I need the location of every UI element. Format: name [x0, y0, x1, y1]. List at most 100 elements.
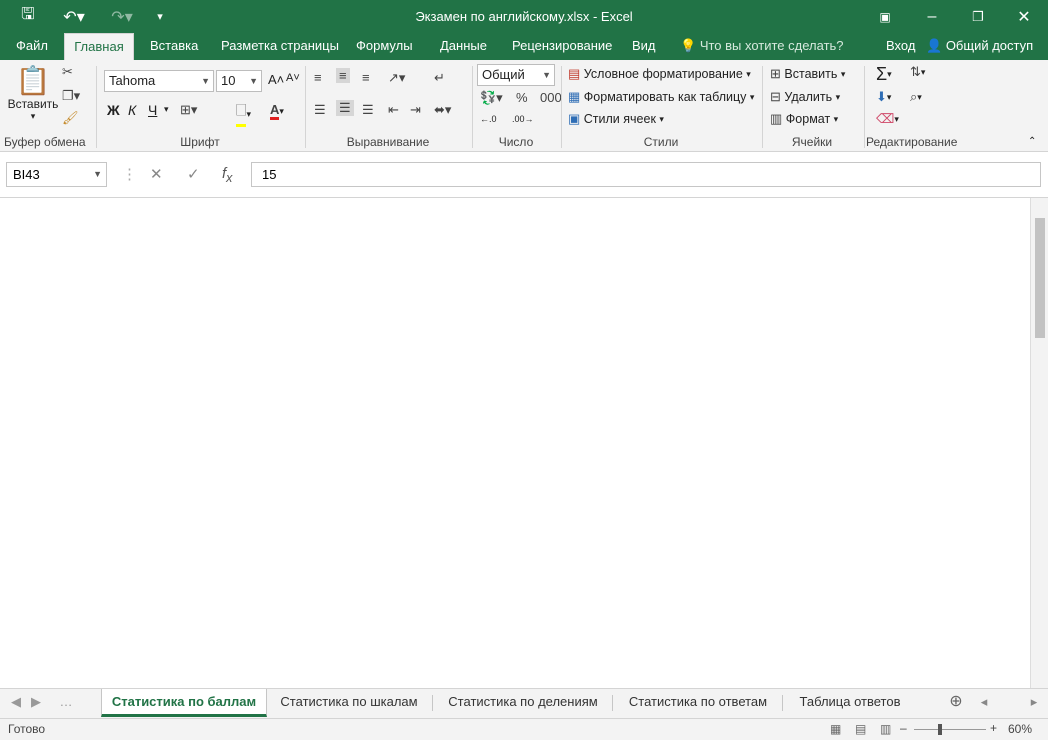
normal-view-icon[interactable]: ▦ — [830, 722, 841, 736]
cancel-icon[interactable]: ✕ — [150, 165, 163, 183]
page-layout-icon[interactable]: ▤ — [855, 722, 866, 736]
copy-button[interactable]: ❐▾ — [62, 88, 80, 104]
maximize-icon[interactable]: ❐ — [966, 0, 990, 33]
sheet-tab-answer-table[interactable]: Таблица ответов — [790, 689, 910, 717]
paste-button[interactable]: 📋 Вставить ▾ — [8, 64, 59, 122]
collapse-ribbon-button[interactable]: ⌃ — [1028, 136, 1036, 147]
more-icon: ⋮ — [122, 166, 137, 183]
conditional-format-button[interactable]: ▤ Условное форматирование ▾ — [568, 66, 751, 82]
divider — [472, 66, 473, 148]
tab-view[interactable]: Вид — [632, 33, 656, 60]
tab-home[interactable]: Главная — [64, 33, 134, 61]
scroll-thumb[interactable] — [1035, 218, 1045, 338]
zoom-level[interactable]: 60% — [1008, 722, 1032, 736]
find-select-button[interactable]: ⌕ ▾ — [910, 89, 922, 105]
group-label-number: Число — [498, 135, 534, 149]
decrease-decimal-icon: .00→ — [512, 114, 534, 124]
add-sheet-icon[interactable]: ⊕ — [944, 689, 968, 717]
save-icon[interactable]: 🖫 — [14, 0, 42, 33]
tab-page-layout[interactable]: Разметка страницы — [221, 33, 339, 60]
cell-styles-button[interactable]: ▣ Стили ячеек ▾ — [568, 111, 664, 127]
tab-file[interactable]: Файл — [16, 33, 48, 60]
insert-function-icon[interactable]: fx — [222, 165, 232, 185]
autosum-button[interactable]: Σ ▾ — [876, 64, 892, 85]
zoom-slider[interactable] — [914, 729, 986, 730]
scroll-left-icon[interactable]: ◂ — [976, 689, 992, 717]
percent-button[interactable]: % — [516, 90, 528, 105]
tab-review[interactable]: Рецензирование — [512, 33, 612, 60]
insert-cells-button[interactable]: ⊞ Вставить ▾ — [770, 66, 845, 82]
sheet-tab-scales[interactable]: Статистика по шкалам — [272, 689, 426, 717]
align-center-button[interactable]: ☰ — [336, 100, 354, 116]
align-left-button[interactable]: ☰ — [314, 102, 326, 118]
align-right-button[interactable]: ☰ — [362, 102, 374, 118]
zoom-slider-thumb[interactable] — [938, 724, 942, 735]
enter-icon[interactable]: ✓ — [187, 165, 200, 183]
align-top-button[interactable]: ≡ — [314, 70, 322, 85]
vertical-scrollbar[interactable] — [1030, 198, 1048, 688]
decrease-font-button[interactable]: A˅ — [286, 72, 300, 84]
bold-button[interactable]: Ж — [107, 102, 120, 118]
worksheet[interactable] — [0, 198, 1048, 688]
close-icon[interactable]: ✕ — [1012, 0, 1036, 33]
minimize-icon[interactable]: – — [920, 0, 944, 33]
prev-sheet-icon[interactable]: ◀ — [6, 689, 26, 717]
format-cells-button[interactable]: ▥ Формат ▾ — [770, 111, 838, 127]
increase-font-button[interactable]: A˄ — [268, 72, 284, 87]
tab-data[interactable]: Данные — [440, 33, 487, 60]
signin-link[interactable]: Вход — [886, 33, 915, 60]
borders-button[interactable]: ⊞▾ — [180, 102, 197, 118]
zoom-out-icon[interactable]: – — [900, 721, 907, 735]
undo-icon[interactable]: ↶▾ — [56, 0, 92, 33]
merge-center-button[interactable]: ⬌▾ — [434, 102, 451, 118]
sheet-tab-divisions[interactable]: Статистика по делениям — [440, 689, 606, 717]
increase-decimal-button[interactable]: ←.0 — [480, 114, 497, 124]
sheet-tab-scores[interactable]: Статистика по баллам — [101, 689, 267, 717]
share-button[interactable]: 👤 Общий доступ — [926, 33, 1033, 60]
font-color-button[interactable]: A ▾ — [270, 102, 284, 120]
comma-button[interactable]: 000 — [540, 90, 562, 105]
wrap-text-button[interactable]: ↵ — [434, 70, 445, 86]
increase-indent-button[interactable]: ⇥ — [410, 102, 421, 118]
fill-color-button[interactable]: 🗌 ▾ — [236, 102, 251, 127]
clear-button[interactable]: ⌫ ▾ — [876, 111, 899, 127]
align-bottom-button[interactable]: ≡ — [362, 70, 370, 85]
group-label-styles: Стили — [643, 135, 679, 149]
cut-button[interactable]: ✂ — [62, 64, 73, 80]
name-box[interactable]: BI43 ▼ — [6, 162, 107, 187]
tab-insert[interactable]: Вставка — [150, 33, 198, 60]
tab-formulas[interactable]: Формулы — [356, 33, 413, 60]
format-painter-button[interactable]: 🖌 — [62, 110, 79, 126]
chevron-down-icon: ▾ — [246, 109, 251, 119]
redo-icon[interactable]: ↷▾ — [104, 0, 140, 33]
chevron-down-icon: ▾ — [279, 105, 284, 116]
decrease-indent-button[interactable]: ⇤ — [388, 102, 399, 118]
more-sheets-icon[interactable]: … — [56, 689, 76, 717]
align-middle-button[interactable]: ≡ — [336, 68, 350, 83]
italic-button[interactable]: К — [128, 102, 136, 118]
next-sheet-icon[interactable]: ▶ — [26, 689, 46, 717]
font-name-select[interactable]: Tahoma ▼ — [104, 70, 214, 92]
formula-input[interactable]: 15 — [251, 162, 1041, 187]
sort-filter-button[interactable]: ⇅ ▾ — [910, 64, 925, 80]
ribbon-tabs: Файл Главная Вставка Разметка страницы Ф… — [0, 33, 1048, 61]
fill-button[interactable]: ⬇ ▾ — [876, 89, 891, 105]
scissors-icon: ✂ — [62, 64, 73, 79]
decrease-decimal-button[interactable]: .00→ — [512, 114, 534, 124]
zoom-in-icon[interactable]: + — [990, 721, 997, 735]
divider — [864, 66, 865, 148]
font-size-select[interactable]: 10 ▼ — [216, 70, 262, 92]
number-format-select[interactable]: Общий ▼ — [477, 64, 555, 86]
accounting-format-button[interactable]: 💱▾ — [480, 90, 503, 106]
sheet-tab-answers[interactable]: Статистика по ответам — [620, 689, 776, 717]
customize-qat-icon[interactable]: ▾ — [150, 0, 170, 33]
format-as-table-button[interactable]: ▦ Форматировать как таблицу ▾ — [568, 89, 754, 105]
delete-cells-button[interactable]: ⊟ Удалить ▾ — [770, 89, 840, 105]
orientation-button[interactable]: ↗▾ — [388, 70, 405, 86]
underline-options-button[interactable]: ▾ — [164, 104, 169, 115]
tell-me-search[interactable]: 💡 Что вы хотите сделать? — [680, 33, 844, 60]
underline-button[interactable]: Ч — [148, 102, 157, 118]
ribbon-display-icon[interactable]: ▣ — [873, 0, 897, 33]
scroll-right-icon[interactable]: ▸ — [1026, 689, 1042, 717]
page-break-icon[interactable]: ▥ — [880, 722, 891, 736]
